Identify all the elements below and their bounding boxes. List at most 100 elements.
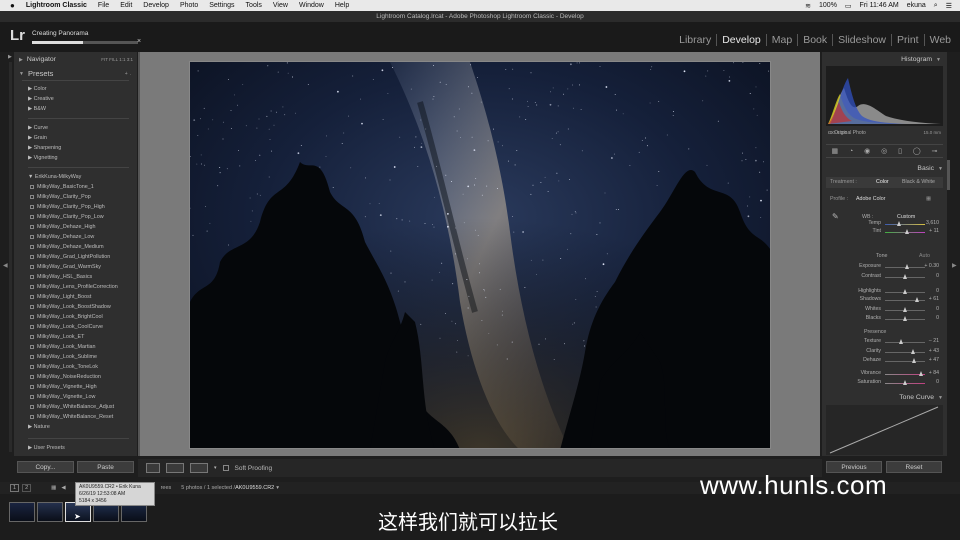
clock[interactable]: Fri 11:46 AM xyxy=(860,2,899,9)
slider-handle[interactable] xyxy=(911,358,916,363)
slider-track[interactable] xyxy=(885,342,925,343)
preset-item[interactable]: MilkyWay_Vignette_High xyxy=(14,382,137,392)
slider-blacks[interactable]: Blacks 0 xyxy=(822,315,947,323)
basic-header[interactable]: Basic ▼ xyxy=(912,163,943,174)
filmstrip-source[interactable]: rees xyxy=(161,485,172,491)
search-icon[interactable]: ⌕ xyxy=(934,2,938,10)
chevron-down-icon[interactable]: ▾ xyxy=(214,465,217,471)
menu-tools[interactable]: Tools xyxy=(246,2,262,9)
preset-group[interactable]: ▶ Grain xyxy=(14,133,137,143)
preset-item[interactable]: MilkyWay_Light_Boost xyxy=(14,292,137,302)
chevron-down-icon[interactable]: ▾ xyxy=(276,485,279,491)
user-name[interactable]: ekuna xyxy=(907,2,926,9)
module-book[interactable]: Book xyxy=(798,34,834,46)
preset-item[interactable]: MilkyWay_NoiseReduction xyxy=(14,372,137,382)
slider-value[interactable]: 0 xyxy=(936,315,939,321)
module-slideshow[interactable]: Slideshow xyxy=(833,34,892,46)
preset-group[interactable]: ▶ Sharpening xyxy=(14,143,137,153)
primary-window-button[interactable]: 1 xyxy=(10,484,20,492)
menu-help[interactable]: Help xyxy=(335,2,349,9)
spot-removal-icon[interactable]: ◉ xyxy=(864,147,870,155)
slider-value[interactable]: 0 xyxy=(936,379,939,385)
crop-icon[interactable]: ◔ xyxy=(849,148,853,155)
slider-handle[interactable] xyxy=(914,297,919,302)
preset-item[interactable]: MilkyWay_Look_BoostShadow xyxy=(14,302,137,312)
preset-group[interactable]: ▶ Color xyxy=(14,84,137,94)
radial-filter-icon[interactable]: ◯ xyxy=(913,147,921,155)
profile-browser-icon[interactable]: ▦ xyxy=(926,194,931,205)
tone-curve-graph[interactable] xyxy=(826,405,943,455)
module-library[interactable]: Library xyxy=(674,34,718,46)
battery-status[interactable]: 100% xyxy=(819,2,837,9)
adjustment-brush-icon[interactable]: ⊸ xyxy=(932,147,938,155)
preset-item[interactable]: MilkyWay_WhiteBalance_Reset xyxy=(14,412,137,422)
slider-handle[interactable] xyxy=(896,221,901,226)
slider-handle[interactable] xyxy=(904,229,909,234)
lr-logo[interactable]: Lr xyxy=(10,27,25,44)
slider-clarity[interactable]: Clarity + 43 xyxy=(822,348,947,356)
filmstrip-thumbnail[interactable] xyxy=(37,502,63,522)
preset-group[interactable]: ▶ Curve xyxy=(14,123,137,133)
original-photo-row[interactable]: ▭ Original Photo xyxy=(828,130,866,136)
slider-whites[interactable]: Whites 0 xyxy=(822,306,947,314)
milky-way-photo[interactable] xyxy=(189,61,771,449)
preset-item[interactable]: MilkyWay_HSL_Basics xyxy=(14,272,137,282)
slider-handle[interactable] xyxy=(902,274,907,279)
preset-group[interactable]: ▶ Creative xyxy=(14,94,137,104)
red-eye-icon[interactable]: ◎ xyxy=(881,147,887,155)
apple-icon[interactable]: ● xyxy=(10,1,15,10)
slider-value[interactable]: + 84 xyxy=(929,370,939,376)
copy-button[interactable]: Copy... xyxy=(17,461,74,473)
before-after-button[interactable] xyxy=(166,463,184,473)
preset-item[interactable]: MilkyWay_Look_Sublime xyxy=(14,352,137,362)
preset-item[interactable]: MilkyWay_Dehaze_Low xyxy=(14,232,137,242)
slider-handle[interactable] xyxy=(919,371,924,376)
menu-app[interactable]: Lightroom Classic xyxy=(26,2,87,9)
menu-photo[interactable]: Photo xyxy=(180,2,198,9)
slider-value[interactable]: + 61 xyxy=(929,296,939,302)
slider-shadows[interactable]: Shadows + 61 xyxy=(822,296,947,304)
slider-value[interactable]: 0 xyxy=(936,306,939,312)
profile-dropdown[interactable]: Adobe Color xyxy=(856,194,885,205)
navigator-header[interactable]: ▶ Navigator FIT FILL 1:1 3:1 xyxy=(14,54,137,65)
preset-item[interactable]: MilkyWay_WhiteBalance_Adjust xyxy=(14,402,137,412)
preset-item[interactable]: MilkyWay_Look_CoolCurve xyxy=(14,322,137,332)
slider-handle[interactable] xyxy=(902,316,907,321)
close-icon[interactable]: × xyxy=(137,38,141,45)
graduated-filter-icon[interactable]: ▯ xyxy=(898,147,902,155)
preset-group[interactable]: ▶ B&W xyxy=(14,104,137,114)
preset-item[interactable]: MilkyWay_Vignette_Low xyxy=(14,392,137,402)
slider-track[interactable] xyxy=(885,361,925,362)
preset-item[interactable]: MilkyWay_Dehaze_Medium xyxy=(14,242,137,252)
slider-highlights[interactable]: Highlights 0 xyxy=(822,288,947,296)
loupe-view-button[interactable] xyxy=(146,463,160,473)
back-arrow-icon[interactable]: ◀ xyxy=(61,485,65,491)
slider-temp[interactable]: Temp 3,610 xyxy=(822,220,947,228)
histogram-header[interactable]: Histogram ▼ xyxy=(822,54,947,65)
slider-tint[interactable]: Tint + 11 xyxy=(822,228,947,236)
preset-item[interactable]: MilkyWay_Look_ET xyxy=(14,332,137,342)
slider-value[interactable]: + 0.30 xyxy=(924,263,939,269)
module-map[interactable]: Map xyxy=(767,34,799,46)
filmstrip-thumbnail[interactable] xyxy=(9,502,35,522)
menu-edit[interactable]: Edit xyxy=(120,2,132,9)
menu-list-icon[interactable]: ☰ xyxy=(946,2,952,10)
slider-value[interactable]: + 11 xyxy=(929,228,939,234)
collapse-left-icon[interactable]: ◀ xyxy=(3,262,8,269)
preset-item[interactable]: MilkyWay_BasicTone_1 xyxy=(14,182,137,192)
slider-track[interactable] xyxy=(885,224,925,225)
filmstrip-filename[interactable]: AK0U9559.CR2 xyxy=(235,485,274,491)
preset-item[interactable]: MilkyWay_Grad_LightPollution xyxy=(14,252,137,262)
left-scroll-track[interactable] xyxy=(9,62,12,452)
left-panel-toggle-icon[interactable]: ▶ xyxy=(8,54,12,60)
right-panel-scrollbar[interactable] xyxy=(947,160,950,190)
module-web[interactable]: Web xyxy=(925,34,956,46)
menu-window[interactable]: Window xyxy=(299,2,324,9)
preset-item[interactable]: MilkyWay_Clarity_Pop_High xyxy=(14,202,137,212)
menu-settings[interactable]: Settings xyxy=(209,2,234,9)
preset-item[interactable]: MilkyWay_Dehaze_High xyxy=(14,222,137,232)
slider-value[interactable]: + 43 xyxy=(929,348,939,354)
yy-view-button[interactable] xyxy=(190,463,208,473)
slider-handle[interactable] xyxy=(902,289,907,294)
secondary-window-button[interactable]: 2 xyxy=(22,484,32,492)
